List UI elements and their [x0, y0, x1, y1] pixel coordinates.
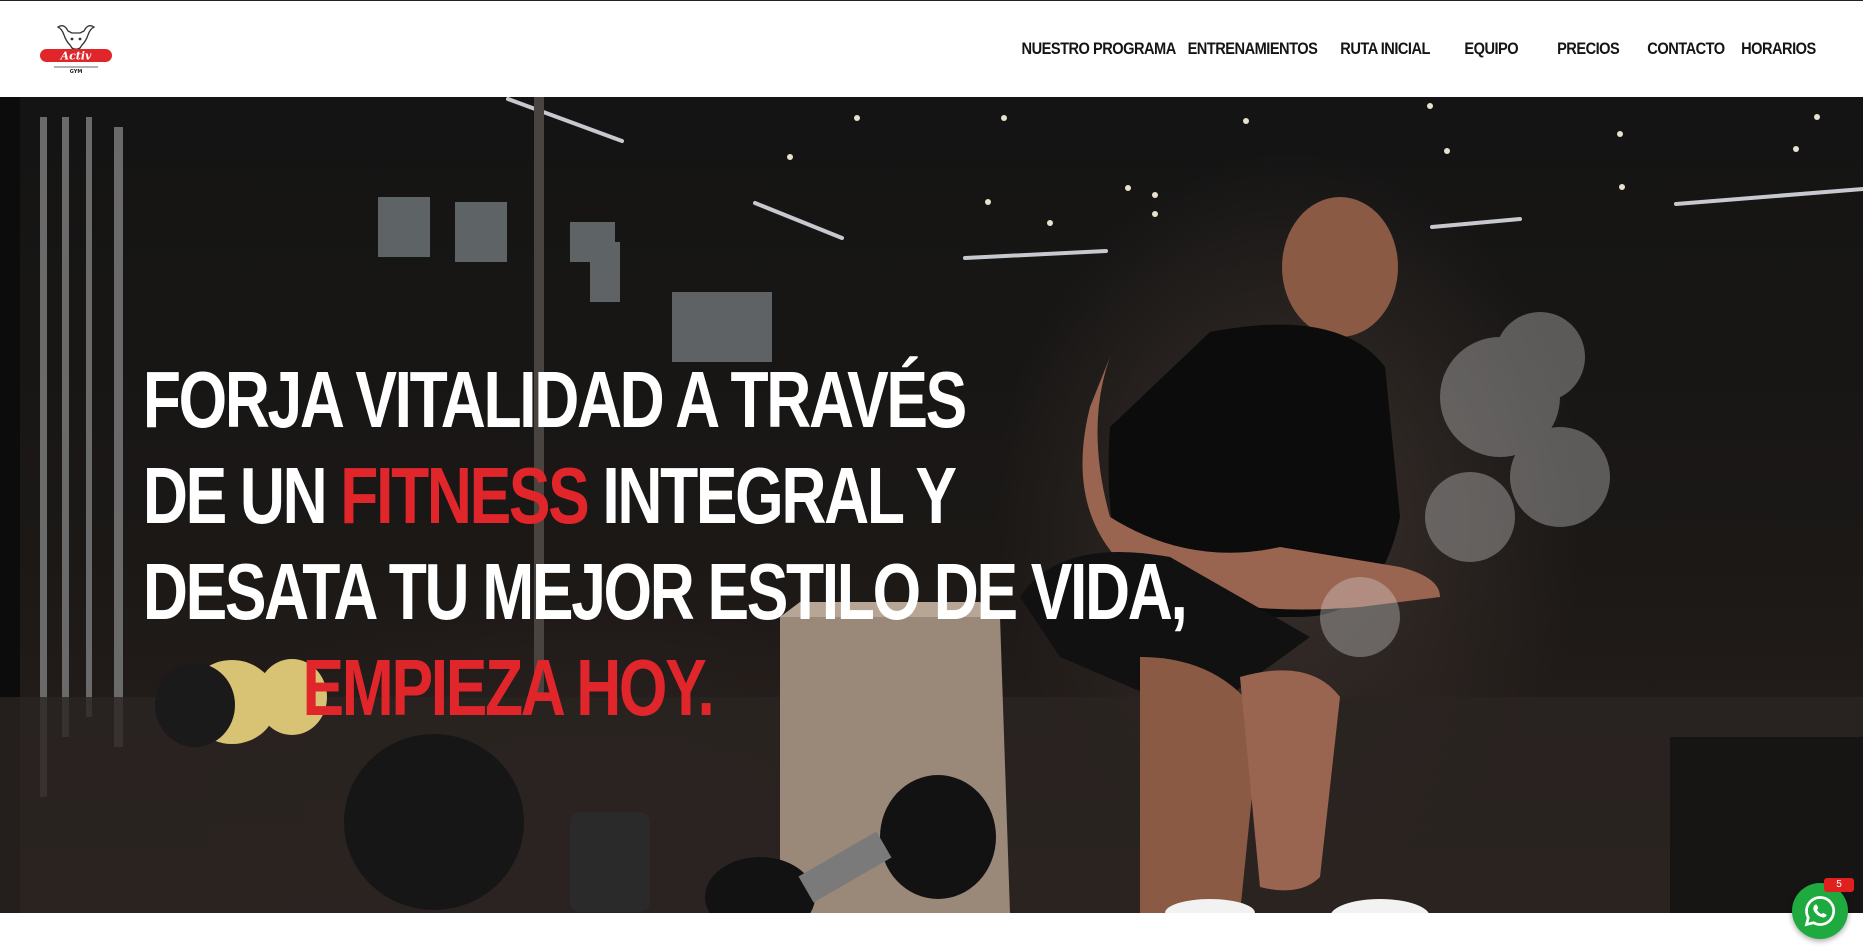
hero-line-2-end: INTEGRAL Y [587, 451, 957, 540]
nav-horarios[interactable]: HORARIOS [1741, 39, 1816, 59]
whatsapp-icon [1804, 896, 1836, 927]
bull-logo-icon: Activ GYM [40, 25, 112, 75]
hero-headline: FORJA VITALIDAD A TRAVÉS DE UN FITNESS I… [40, 352, 1188, 736]
hero-line-4: EMPIEZA HOY. [302, 643, 715, 732]
nav-precios[interactable]: PRECIOS [1557, 39, 1620, 59]
hero-accent-fitness: FITNESS [340, 451, 589, 540]
nav-entrenamientos[interactable]: ENTRENAMIENTOS [1188, 39, 1318, 59]
nav-equipo[interactable]: EQUIPO [1464, 39, 1518, 59]
hero-banner: FORJA VITALIDAD A TRAVÉS DE UN FITNESS I… [0, 97, 1863, 913]
gym-logo[interactable]: Activ GYM [38, 21, 114, 77]
nav-contacto[interactable]: CONTACTO [1647, 39, 1725, 59]
hero-line-2-start: DE UN [142, 451, 341, 540]
hero-line-1: FORJA VITALIDAD A TRAVÉS [142, 355, 967, 444]
whatsapp-notification-badge: 5 [1824, 878, 1854, 892]
logo-word: Activ [60, 50, 92, 63]
logo-sub: GYM [70, 69, 83, 75]
nav-ruta-inicial[interactable]: RUTA INICIAL [1340, 39, 1430, 59]
hero-line-3: DESATA TU MEJOR ESTILO DE VIDA, [142, 547, 1188, 636]
hero-line-2: DE UN FITNESS INTEGRAL Y [142, 448, 957, 544]
nav-nuestro-programa[interactable]: NUESTRO PROGRAMA [1022, 39, 1177, 59]
site-header: Activ GYM NUESTRO PROGRAMA ENTRENAMIENTO… [0, 1, 1863, 97]
